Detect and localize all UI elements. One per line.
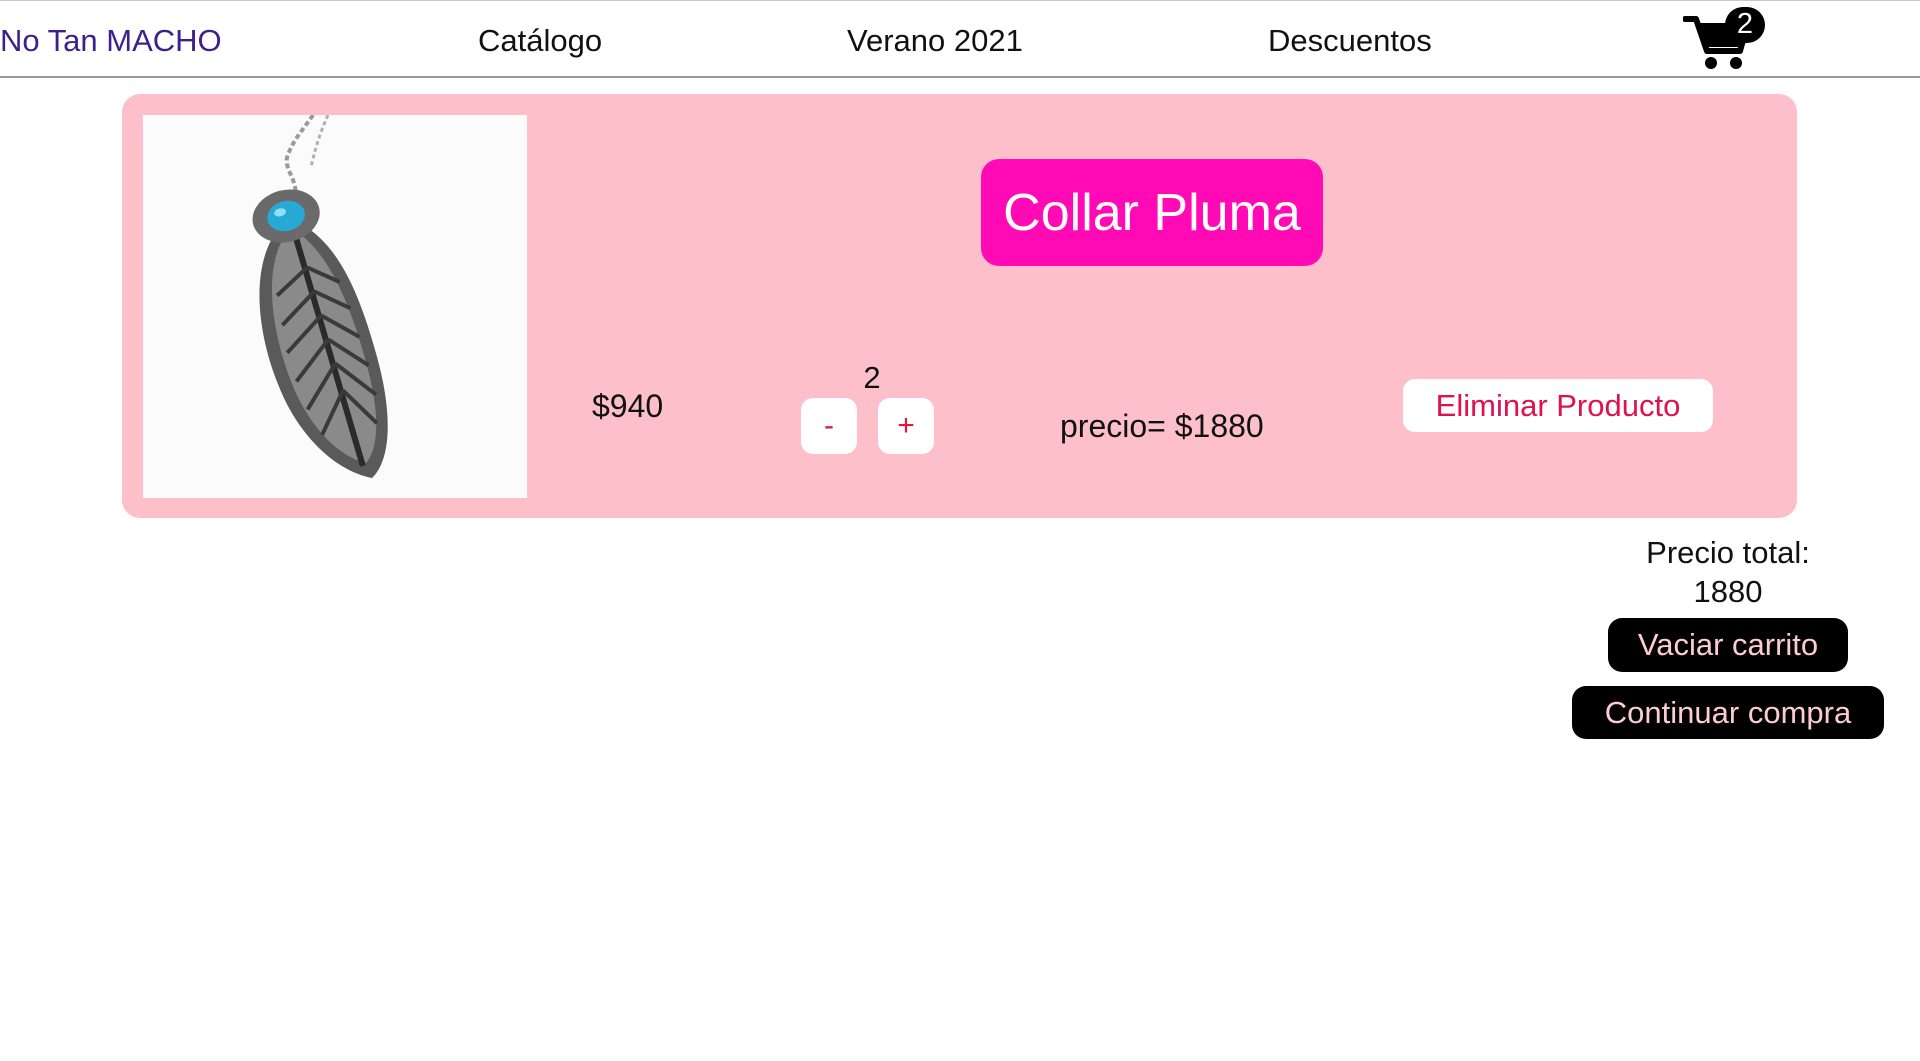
nav-link-catalogo[interactable]: Catálogo bbox=[478, 23, 602, 59]
increment-quantity-button[interactable]: + bbox=[878, 398, 934, 454]
cart-button[interactable]: 2 bbox=[1683, 7, 1769, 71]
cart-count-badge: 2 bbox=[1725, 7, 1765, 43]
brand-link[interactable]: No Tan MACHO bbox=[0, 23, 222, 59]
nav-link-verano-2021[interactable]: Verano 2021 bbox=[847, 23, 1023, 59]
product-title: Collar Pluma bbox=[981, 159, 1323, 266]
top-navbar: No Tan MACHO Catálogo Verano 2021 Descue… bbox=[0, 0, 1920, 78]
unit-price: $940 bbox=[592, 388, 664, 424]
nav-link-descuentos[interactable]: Descuentos bbox=[1268, 23, 1432, 59]
cart-item-card: Collar Pluma $940 2 - + precio= $1880 El… bbox=[122, 94, 1797, 518]
continue-purchase-button[interactable]: Continuar compra bbox=[1572, 686, 1884, 739]
remove-product-button[interactable]: Eliminar Producto bbox=[1403, 379, 1713, 432]
total-price-label: Precio total: bbox=[1646, 535, 1810, 570]
quantity-value: 2 bbox=[863, 360, 881, 395]
line-total-price: precio= $1880 bbox=[1060, 408, 1264, 444]
product-image bbox=[143, 115, 527, 498]
empty-cart-button[interactable]: Vaciar carrito bbox=[1608, 618, 1848, 672]
total-price-value: 1880 bbox=[1693, 574, 1763, 609]
feather-necklace-image bbox=[143, 115, 527, 498]
decrement-quantity-button[interactable]: - bbox=[801, 398, 857, 454]
